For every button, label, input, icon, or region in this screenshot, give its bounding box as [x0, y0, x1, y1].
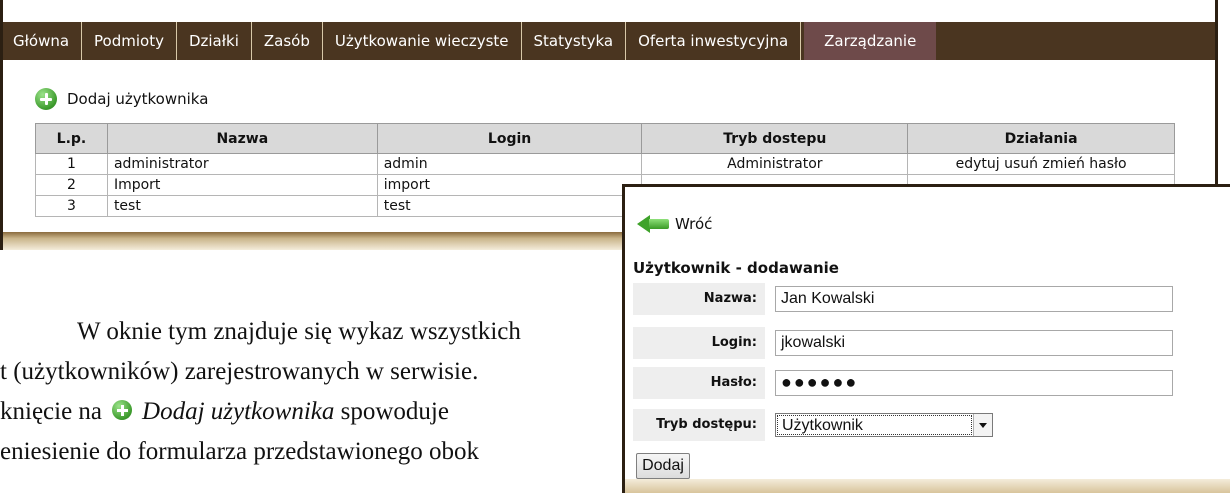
tab-glowna[interactable]: Główna	[11, 22, 83, 60]
form-row-login: Login: jkowalski	[633, 327, 1173, 359]
access-label: Tryb dostępu:	[633, 409, 765, 441]
table-header-row: L.p. Nazwa Login Tryb dostepu Działania	[35, 123, 1175, 154]
dropdown-button[interactable]	[973, 414, 992, 436]
edit-link[interactable]: edytuj	[956, 156, 1000, 172]
tab-uzytkowanie-wieczyste[interactable]: Użytkowanie wieczyste	[323, 22, 522, 60]
add-user-form-panel: Wróć Użytkownik - dodawanie Nazwa: Jan K…	[622, 184, 1230, 493]
access-select[interactable]: Użytkownik	[775, 413, 993, 437]
col-header-login: Login	[376, 123, 643, 154]
back-arrow-icon[interactable]	[637, 215, 669, 233]
add-button[interactable]: Dodaj	[636, 453, 690, 479]
plus-circle-icon	[112, 400, 133, 420]
login-label: Login:	[633, 327, 765, 359]
back-link[interactable]: Wróć	[637, 215, 712, 233]
cell-login: test	[376, 195, 643, 217]
col-header-name: Nazwa	[106, 123, 378, 154]
doc-line-suffix: spowoduje	[340, 398, 449, 425]
table-row: 1 administrator admin Administrator edyt…	[35, 153, 1175, 175]
cell-actions: edytuj usuń zmień hasło	[907, 153, 1175, 175]
main-nav-tabs: Główna Podmioty Działki Zasób Użytkowani…	[3, 22, 1215, 60]
form-row-name: Nazwa: Jan Kowalski	[633, 283, 1173, 315]
form-title: Użytkownik - dodawanie	[633, 259, 839, 277]
tab-oferta-inwestycyjna[interactable]: Oferta inwestycyjna	[626, 22, 802, 60]
tab-podmioty[interactable]: Podmioty	[82, 22, 177, 60]
col-header-actions: Działania	[907, 123, 1175, 154]
doc-line-prefix: knięcie na	[0, 398, 103, 425]
name-label: Nazwa:	[633, 283, 765, 315]
delete-link[interactable]: usuń	[1004, 156, 1038, 172]
col-header-lp: L.p.	[35, 123, 108, 154]
cell-lp: 3	[35, 195, 108, 217]
back-label[interactable]: Wróć	[675, 215, 712, 233]
tab-statystyka[interactable]: Statystyka	[522, 22, 627, 60]
login-input[interactable]: jkowalski	[775, 330, 1173, 356]
cell-login: import	[376, 174, 643, 196]
chevron-down-icon[interactable]	[979, 422, 987, 428]
cell-access: Administrator	[641, 153, 909, 175]
doc-line: knięcie na Dodaj użytkownika spowoduje	[0, 392, 610, 432]
doc-line: eniesienie do formularza przedstawionego…	[0, 438, 479, 465]
cell-lp: 1	[35, 153, 108, 175]
plus-circle-icon[interactable]	[35, 88, 57, 110]
password-label: Hasło:	[633, 367, 765, 399]
form-row-password: Hasło: ●●●●●●	[633, 367, 1173, 399]
change-password-link[interactable]: zmień hasło	[1042, 156, 1126, 172]
doc-line: t (użytkowników) zarejestrowanych w serw…	[0, 358, 479, 385]
tab-zasob[interactable]: Zasób	[252, 22, 323, 60]
add-user-label[interactable]: Dodaj użytkownika	[67, 90, 208, 108]
doc-line: W oknie tym znajduje się wykaz wszystkic…	[77, 318, 521, 345]
document-paragraph: W oknie tym znajduje się wykaz wszystkic…	[0, 312, 610, 472]
tab-zarzadzanie[interactable]: Zarządzanie	[804, 22, 937, 60]
form-row-access: Tryb dostępu: Użytkownik	[633, 409, 993, 441]
cell-name: test	[106, 195, 378, 217]
add-user-link[interactable]: Dodaj użytkownika	[35, 88, 208, 110]
col-header-access: Tryb dostepu	[641, 123, 909, 154]
access-select-value[interactable]: Użytkownik	[777, 415, 972, 435]
name-input[interactable]: Jan Kowalski	[775, 286, 1173, 312]
cell-name: Import	[106, 174, 378, 196]
doc-inline-link-text: Dodaj użytkownika	[142, 398, 335, 425]
cell-name: administrator	[106, 153, 378, 175]
cell-lp: 2	[35, 174, 108, 196]
password-input[interactable]: ●●●●●●	[775, 370, 1173, 396]
cell-login: admin	[376, 153, 643, 175]
panel-footer-gradient	[625, 479, 1230, 493]
tab-dzialki[interactable]: Działki	[177, 22, 252, 60]
